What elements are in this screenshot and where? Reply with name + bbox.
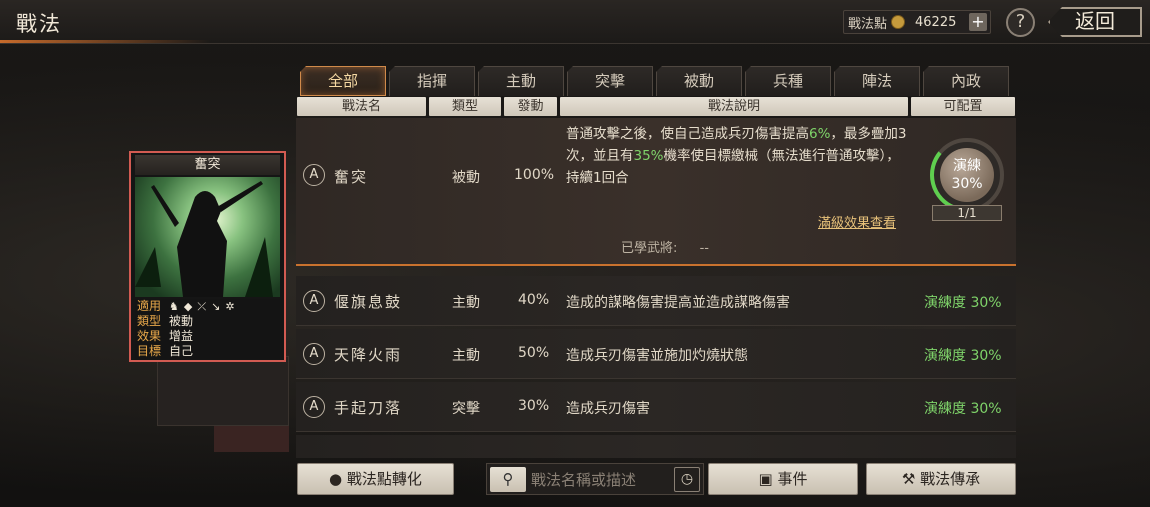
stacked-card-edge xyxy=(214,426,289,452)
desc-highlight: 6% xyxy=(809,126,831,142)
training-status: 演練度 30% xyxy=(924,401,1002,417)
unit-type-icons: ♞ ◆ ⤫ ↘ ✲ xyxy=(169,299,235,314)
card-effect-value: 增益 xyxy=(169,329,194,343)
tactic-rate: 100% xyxy=(514,167,555,183)
tactic-rate: 40% xyxy=(518,292,550,308)
inherit-button[interactable]: ⚒ 戰法傳承 xyxy=(866,463,1016,495)
desc-highlight: 35% xyxy=(633,148,664,164)
desc-text: 普通攻擊之後，使自己造成兵刃傷害提高 xyxy=(566,126,809,142)
training-medal[interactable]: 演練 30% 1/1 xyxy=(928,138,1006,221)
warrior-silhouette-icon xyxy=(135,181,273,297)
flame-icon: ● xyxy=(329,470,343,488)
top-bar: 戰法 戰法點 46225 + ? 返回 xyxy=(0,0,1150,44)
bow-icon: ⤫ xyxy=(197,300,207,313)
tab-troop[interactable]: 兵種 xyxy=(745,66,831,96)
tactic-points-box: 戰法點 46225 + xyxy=(843,10,991,34)
tab-assault[interactable]: 突擊 xyxy=(567,66,653,96)
points-label: 戰法點 xyxy=(848,16,888,32)
spear-icon: ↘ xyxy=(211,300,221,313)
full-effect-link[interactable]: 滿級效果查看 xyxy=(818,212,896,231)
training-count: 1/1 xyxy=(932,205,1002,221)
tactic-name: 奮突 xyxy=(334,168,369,186)
tab-active[interactable]: 主動 xyxy=(478,66,564,96)
category-tabs: 全部 指揮 主動 突擊 被動 兵種 陣法 內政 xyxy=(300,66,1012,96)
selected-tactic-row[interactable]: A 奮突 被動 100% 普通攻擊之後，使自己造成兵刃傷害提高6%，最多疊加3次… xyxy=(296,118,1016,266)
column-header-desc: 戰法說明 xyxy=(560,97,908,116)
card-target-label: 目標 xyxy=(137,344,162,358)
tactic-description: 普通攻擊之後，使自己造成兵刃傷害提高6%，最多疊加3次，並且有35%機率使目標繳… xyxy=(566,123,911,189)
tactic-card[interactable]: 奮突 適用 ♞ ◆ ⤫ ↘ ✲ 類型 被動 效果 增益 目標 自己 xyxy=(129,151,286,362)
hammer-icon: ⚒ xyxy=(901,470,916,488)
back-button[interactable]: 返回 xyxy=(1048,7,1142,37)
points-value: 46225 xyxy=(915,14,957,30)
grade-badge: A xyxy=(303,396,325,418)
grade-badge: A xyxy=(303,164,325,186)
card-effect-label: 效果 xyxy=(137,329,162,343)
card-art xyxy=(135,177,280,297)
title-underline xyxy=(0,40,210,43)
card-use-label: 適用 xyxy=(137,299,162,313)
card-info: 適用 ♞ ◆ ⤫ ↘ ✲ 類型 被動 效果 增益 目標 自己 xyxy=(135,299,280,359)
grade-badge: A xyxy=(303,343,325,365)
search-icon[interactable]: ⚲ xyxy=(490,467,526,492)
card-title: 奮突 xyxy=(135,155,280,175)
tactic-desc: 造成兵刃傷害並施加灼燒狀態 xyxy=(566,348,748,364)
column-header-type[interactable]: 類型 xyxy=(429,97,501,116)
tab-command[interactable]: 指揮 xyxy=(389,66,475,96)
training-status: 演練度 30% xyxy=(924,295,1002,311)
stacked-card-back xyxy=(157,356,289,426)
tab-passive[interactable]: 被動 xyxy=(656,66,742,96)
tactic-rate: 30% xyxy=(518,398,550,414)
training-display: 演練 30% xyxy=(940,148,994,202)
alert-icon: ▣ xyxy=(758,470,773,488)
search-bar: ⚲ ◷ xyxy=(486,463,704,495)
grade-badge: A xyxy=(303,290,325,312)
learned-generals: 已學武將: -- xyxy=(296,234,1016,266)
coin-icon xyxy=(891,15,906,29)
search-input[interactable] xyxy=(531,467,671,492)
add-points-button[interactable]: + xyxy=(969,13,987,31)
learned-label: 已學武將: xyxy=(621,241,678,256)
card-type-value: 被動 xyxy=(169,314,194,328)
training-value: 30% xyxy=(951,176,983,192)
tactic-row-partial[interactable] xyxy=(296,435,1016,458)
card-type-label: 類型 xyxy=(137,314,162,328)
wheel-icon: ✲ xyxy=(225,300,235,313)
tactic-name: 手起刀落 xyxy=(334,399,403,417)
tactic-type: 主動 xyxy=(452,295,480,311)
tactic-row[interactable]: A 偃旗息鼓 主動 40% 造成的謀略傷害提高並造成謀略傷害 演練度 30% xyxy=(296,276,1016,326)
event-label: 事件 xyxy=(777,470,808,488)
tactic-row[interactable]: A 天降火雨 主動 50% 造成兵刃傷害並施加灼燒狀態 演練度 30% xyxy=(296,329,1016,379)
tactic-list: A 奮突 被動 100% 普通攻擊之後，使自己造成兵刃傷害提高6%，最多疊加3次… xyxy=(296,118,1020,458)
tactic-desc: 造成兵刃傷害 xyxy=(566,401,650,417)
tactic-type: 被動 xyxy=(452,170,480,186)
column-header-assignable[interactable]: 可配置 xyxy=(911,97,1015,116)
training-status: 演練度 30% xyxy=(924,348,1002,364)
help-button[interactable]: ? xyxy=(1006,8,1035,37)
column-header-name[interactable]: 戰法名 xyxy=(297,97,426,116)
learned-value: -- xyxy=(699,241,709,256)
page-title: 戰法 xyxy=(16,12,62,36)
training-label: 演練 xyxy=(953,158,981,174)
inherit-label: 戰法傳承 xyxy=(920,470,981,488)
tactic-name: 偃旗息鼓 xyxy=(334,293,403,311)
tactic-row[interactable]: A 手起刀落 突擊 30% 造成兵刃傷害 演練度 30% xyxy=(296,382,1016,432)
convert-points-label: 戰法點轉化 xyxy=(346,470,422,488)
tactic-rate: 50% xyxy=(518,345,550,361)
tactic-name: 天降火雨 xyxy=(334,346,403,364)
convert-points-button[interactable]: ● 戰法點轉化 xyxy=(297,463,454,495)
event-button[interactable]: ▣ 事件 xyxy=(708,463,858,495)
shield-icon: ◆ xyxy=(183,300,193,313)
tactic-desc: 造成的謀略傷害提高並造成謀略傷害 xyxy=(566,295,790,311)
tab-all[interactable]: 全部 xyxy=(300,66,386,96)
tab-formation[interactable]: 陣法 xyxy=(834,66,920,96)
tactic-type: 突擊 xyxy=(452,401,480,417)
tab-internal[interactable]: 內政 xyxy=(923,66,1009,96)
column-header-trigger[interactable]: 發動 xyxy=(504,97,557,116)
clock-icon[interactable]: ◷ xyxy=(674,467,700,492)
tactic-type: 主動 xyxy=(452,348,480,364)
cavalry-icon: ♞ xyxy=(169,300,179,313)
card-target-value: 自己 xyxy=(169,344,194,358)
